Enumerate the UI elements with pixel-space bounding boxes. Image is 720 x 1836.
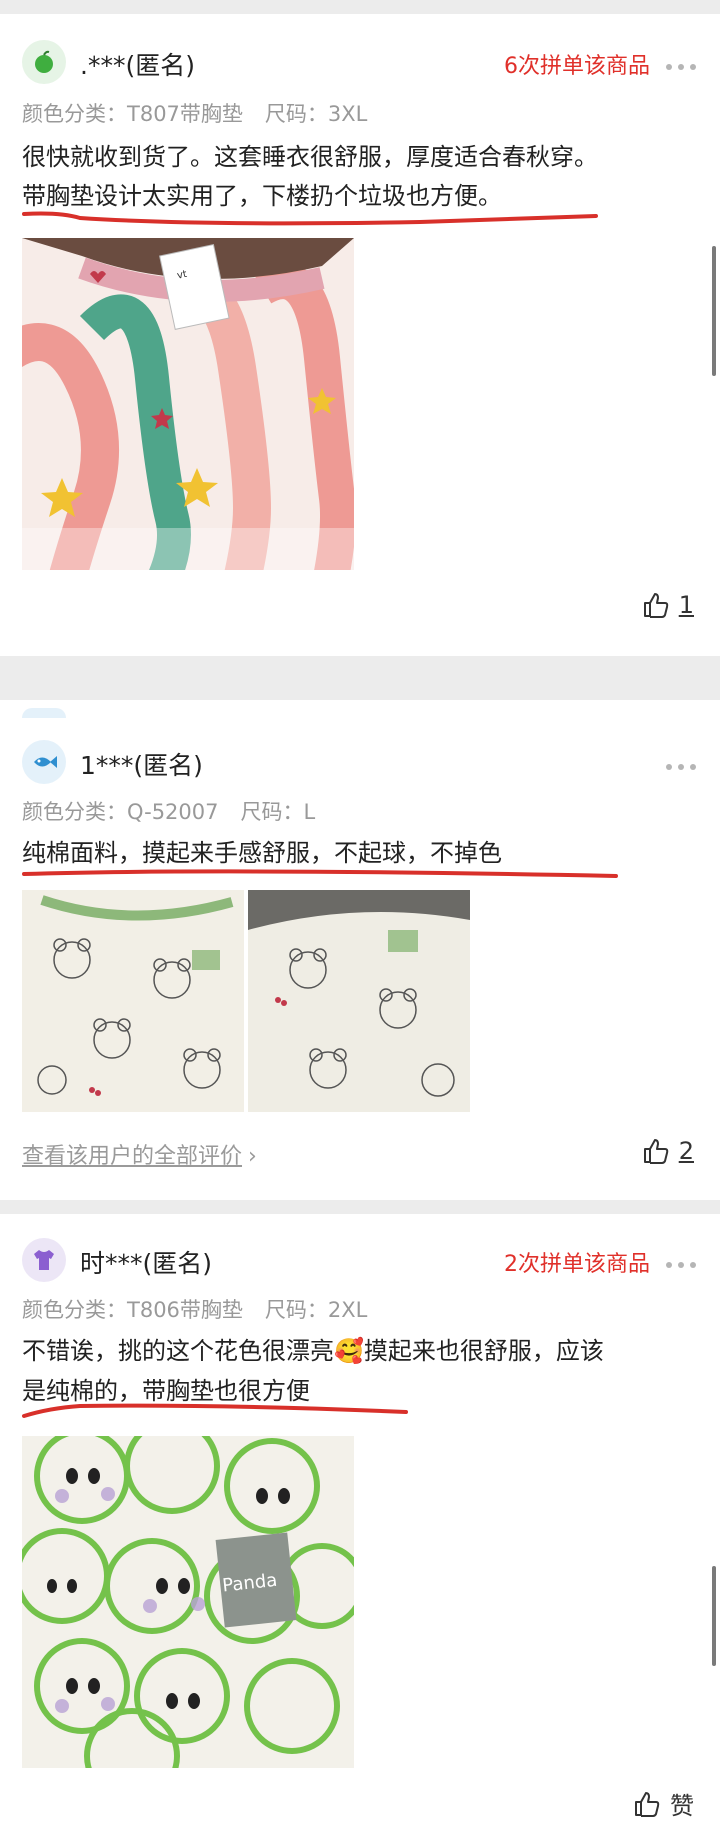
apple-icon: [35, 50, 53, 73]
panda-pajama-image: Panda: [22, 1436, 354, 1768]
red-underline-annotation: [22, 869, 618, 878]
striped-pajama-image: vt: [22, 238, 354, 570]
spec-size-label: 尺码：: [264, 1298, 328, 1322]
like-button[interactable]: 赞: [632, 1786, 694, 1821]
like-button[interactable]: 2: [641, 1136, 694, 1166]
more-options-icon[interactable]: [666, 762, 696, 772]
spec-size-value: 2XL: [327, 1298, 368, 1322]
like-count: 1: [678, 591, 694, 619]
spec-size-value: L: [303, 800, 316, 824]
spec-color-value: T807带胸垫: [127, 102, 243, 126]
group-purchase-badge: 6次拼单该商品: [504, 54, 650, 79]
review-card: 1***(匿名) 颜色分类：Q-52007 尺码：L 纯棉面料，摸起来手感舒服，不…: [0, 718, 720, 1200]
review-text-line: 不错诶，挑的这个花色很漂亮🥰摸起来也很舒服，应该: [22, 1337, 604, 1365]
spec-color-label: 颜色分类：: [22, 800, 127, 824]
user-avatar[interactable]: [22, 40, 66, 84]
spec-line: 颜色分类：T806带胸垫 尺码：2XL: [22, 1294, 367, 1324]
spec-size-label: 尺码：: [240, 800, 304, 824]
review-photo[interactable]: [248, 890, 470, 1112]
thumbs-up-icon: [635, 1791, 660, 1817]
spec-line: 颜色分类：Q-52007 尺码：L: [22, 796, 315, 826]
group-purchase-badge: 2次拼单该商品: [504, 1252, 650, 1277]
thumbs-up-icon: [643, 1139, 668, 1164]
username: 1***(匿名): [80, 751, 203, 780]
review-photo[interactable]: vt: [22, 238, 354, 570]
view-all-label: 查看该用户的全部评价: [22, 1144, 243, 1169]
username: 时***(匿名): [80, 1249, 213, 1278]
spec-size-label: 尺码：: [264, 102, 328, 126]
spec-color-label: 颜色分类：: [22, 102, 127, 126]
user-avatar[interactable]: [22, 740, 66, 784]
scrollbar-thumb[interactable]: [712, 1566, 716, 1666]
tshirt-icon: [34, 1250, 54, 1270]
partial-avatar: [22, 708, 66, 718]
review-card: .***(匿名) 6次拼单该商品 颜色分类：T807带胸垫 尺码：3XL 很快就收…: [0, 14, 720, 656]
user-avatar[interactable]: [22, 1238, 66, 1282]
more-options-icon[interactable]: [666, 1260, 696, 1270]
spec-color-label: 颜色分类：: [22, 1298, 127, 1322]
review-photo[interactable]: Panda: [22, 1436, 354, 1768]
spec-line: 颜色分类：T807带胸垫 尺码：3XL: [22, 98, 367, 128]
like-button[interactable]: 1: [641, 590, 694, 620]
partial-review-card: [0, 700, 720, 718]
red-underline-annotation: [22, 1403, 408, 1418]
like-label: 赞: [670, 1792, 694, 1820]
like-count: 2: [678, 1137, 694, 1165]
chevron-right-icon: ›: [248, 1144, 257, 1169]
thumbs-up-icon: [643, 593, 668, 618]
review-photo[interactable]: [22, 890, 244, 1112]
username: .***(匿名): [80, 51, 195, 80]
spec-color-value: Q-52007: [127, 800, 219, 824]
review-card: 时***(匿名) 2次拼单该商品 颜色分类：T806带胸垫 尺码：2XL 不错诶，…: [0, 1214, 720, 1836]
red-underline-annotation: [22, 211, 598, 226]
review-text-line: 很快就收到货了。这套睡衣很舒服，厚度适合春秋穿。: [22, 143, 598, 171]
spec-color-value: T806带胸垫: [127, 1298, 243, 1322]
bear-pajama-image: [248, 890, 470, 1112]
bear-pajama-image: [22, 890, 244, 1112]
scrollbar-thumb[interactable]: [712, 246, 716, 376]
view-all-reviews-link[interactable]: 查看该用户的全部评价 ›: [22, 1138, 257, 1170]
more-options-icon[interactable]: [666, 62, 696, 72]
fish-icon: [34, 756, 57, 768]
spec-size-value: 3XL: [327, 102, 368, 126]
